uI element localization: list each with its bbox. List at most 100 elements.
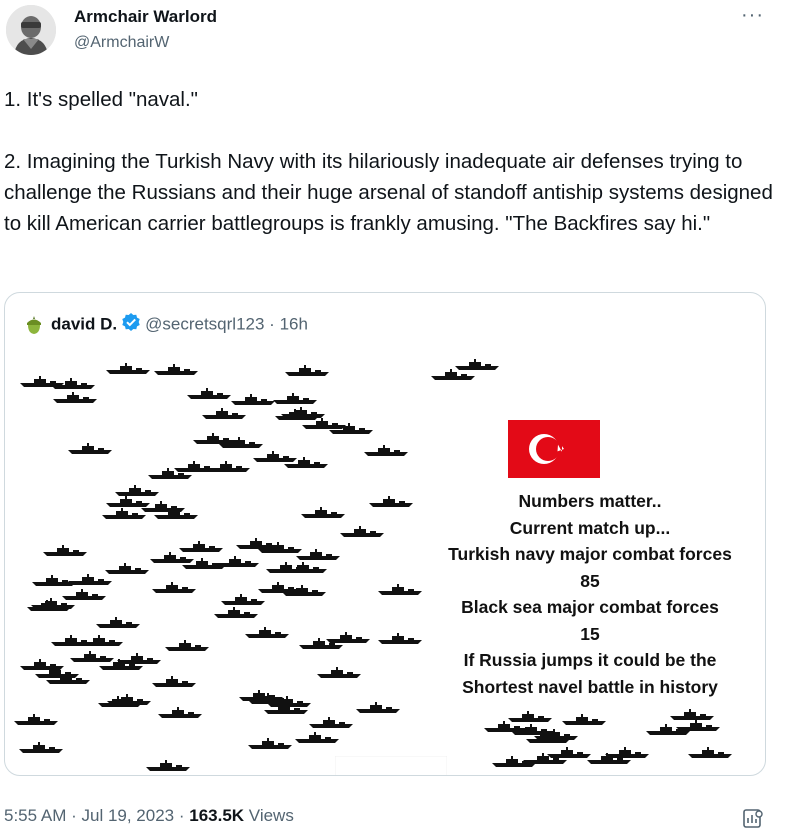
turkish-ship-icon bbox=[317, 666, 362, 678]
russian-ship-icon bbox=[688, 746, 733, 758]
turkish-ship-icon bbox=[107, 694, 151, 706]
tweet-paragraph-2: 2. Imagining the Turkish Navy with its h… bbox=[4, 150, 773, 235]
quoted-separator: · bbox=[269, 314, 275, 334]
quoted-author-avatar[interactable] bbox=[25, 315, 43, 335]
turkish-ship-icon bbox=[285, 364, 329, 376]
turkish-ship-icon bbox=[273, 392, 318, 404]
russian-ship-icon bbox=[561, 713, 606, 725]
turkish-ship-icon bbox=[164, 639, 209, 651]
turkish-ship-icon bbox=[104, 563, 149, 574]
caption-line: 15 bbox=[580, 623, 600, 644]
avatar-icon bbox=[6, 5, 56, 55]
turkish-ship-icon bbox=[245, 626, 290, 638]
turkish-ship-icon bbox=[283, 561, 328, 573]
turkish-ship-icon bbox=[274, 409, 319, 421]
turkish-ship-icon bbox=[308, 716, 353, 728]
russia-flag bbox=[334, 755, 448, 775]
turkish-ship-icon bbox=[145, 760, 190, 772]
caption-line: Current match up... bbox=[509, 517, 671, 538]
views-analytics-icon[interactable] bbox=[741, 807, 765, 831]
russian-ship-icon bbox=[676, 720, 721, 731]
russian-ship-icon bbox=[546, 746, 591, 758]
turkish-ship-icon bbox=[235, 537, 280, 549]
turkish-ship-icon bbox=[149, 551, 194, 563]
turkish-ship-icon bbox=[355, 702, 400, 714]
meta-separator: · bbox=[66, 806, 82, 825]
turkish-ship-icon bbox=[221, 594, 266, 606]
turkish-ship-icon bbox=[151, 675, 196, 687]
turkish-ship-icon bbox=[46, 673, 90, 685]
turkish-ship-icon bbox=[295, 731, 340, 743]
russian-ship-icon bbox=[483, 721, 528, 733]
author-avatar[interactable] bbox=[6, 5, 56, 55]
turkish-ship-icon bbox=[378, 633, 423, 645]
quoted-tweet-header: david D. @secretsqrl123 · 16h bbox=[25, 312, 308, 336]
turkish-ship-icon bbox=[116, 653, 161, 665]
turkey-flag bbox=[508, 420, 600, 478]
russian-ship-icon bbox=[525, 732, 570, 744]
turkish-ship-icon bbox=[101, 508, 146, 519]
caption-line: If Russia jumps it could be the bbox=[463, 650, 717, 670]
turkish-ship-icon bbox=[148, 467, 193, 479]
turkish-ship-icon bbox=[68, 443, 113, 455]
tweet-text: 1. It's spelled "naval." 2. Imagining th… bbox=[4, 84, 779, 239]
turkish-ship-icon bbox=[43, 544, 88, 556]
meta-separator: · bbox=[174, 806, 190, 825]
turkish-ship-icon bbox=[325, 631, 370, 643]
turkish-ship-icon bbox=[300, 506, 345, 518]
turkish-ship-icon bbox=[328, 423, 373, 434]
views-label: Views bbox=[244, 806, 294, 825]
turkish-ship-icon bbox=[206, 461, 250, 473]
turkish-ship-icon bbox=[377, 584, 422, 596]
turkish-ship-icon bbox=[179, 541, 224, 553]
caption-line: Shortest navel battle in history bbox=[462, 676, 718, 697]
turkish-ship-icon bbox=[213, 606, 258, 618]
turkish-ship-icon bbox=[295, 549, 340, 561]
turkish-ship-icon bbox=[282, 585, 326, 597]
turkish-ship-icon bbox=[52, 391, 97, 403]
tweet-date[interactable]: Jul 19, 2023 bbox=[81, 806, 174, 825]
turkish-ship-icon bbox=[186, 388, 231, 400]
quoted-author-handle[interactable]: @secretsqrl123 bbox=[145, 315, 264, 334]
caption-line: Turkish navy major combat forces bbox=[448, 544, 732, 564]
quoted-author-name[interactable]: david D. bbox=[51, 315, 117, 334]
quoted-image[interactable]: Numbers matter.. Current match up... Turki… bbox=[5, 348, 765, 775]
quoted-tweet[interactable]: david D. @secretsqrl123 · 16h Numbers ma… bbox=[4, 292, 766, 776]
author-name[interactable]: Armchair Warlord bbox=[74, 7, 217, 27]
turkish-ship-icon bbox=[19, 741, 63, 753]
turkish-ship-icon bbox=[26, 600, 71, 611]
tweet-time[interactable]: 5:55 AM bbox=[4, 806, 66, 825]
turkish-ship-icon bbox=[151, 582, 196, 594]
verified-badge-icon bbox=[121, 312, 141, 337]
turkish-ship-icon bbox=[202, 407, 247, 419]
turkish-ship-icon bbox=[61, 589, 106, 600]
turkish-ship-icon bbox=[14, 713, 59, 725]
turkish-ship-icon bbox=[283, 457, 328, 469]
russian-ship-icon bbox=[605, 747, 650, 758]
caption-line: Black sea major combat forces bbox=[461, 597, 719, 617]
image-caption: Numbers matter.. Current match up... Turki… bbox=[425, 488, 755, 700]
turkish-ship-icon bbox=[106, 362, 151, 374]
turkish-ship-icon bbox=[70, 650, 114, 662]
turkish-ship-icon bbox=[78, 635, 123, 647]
tweet-meta: 5:55 AM · Jul 19, 2023 · 163.5K Views bbox=[4, 806, 294, 826]
turkish-ship-icon bbox=[340, 526, 384, 538]
turkish-ship-icon bbox=[19, 376, 64, 388]
quoted-time[interactable]: 16h bbox=[280, 315, 308, 334]
caption-line: 85 bbox=[580, 570, 600, 591]
turkish-ship-icon bbox=[67, 573, 112, 585]
turkish-ship-icon bbox=[115, 484, 160, 496]
turkish-ship-icon bbox=[106, 495, 150, 507]
turkish-ship-icon bbox=[247, 738, 292, 750]
turkish-ship-icon bbox=[368, 496, 413, 508]
more-options-icon[interactable]: ··· bbox=[741, 4, 764, 27]
tweet-paragraph-1: 1. It's spelled "naval." bbox=[4, 88, 198, 111]
turkish-ship-icon bbox=[193, 432, 238, 444]
turkish-ship-icon bbox=[231, 393, 276, 405]
russian-ship-icon bbox=[669, 708, 714, 720]
turkish-ship-icon bbox=[154, 364, 199, 376]
turkish-ship-icon bbox=[430, 369, 475, 380]
acorn-avatar-icon bbox=[27, 315, 41, 334]
author-handle[interactable]: @ArmchairW bbox=[74, 34, 169, 52]
turkish-ship-icon bbox=[215, 556, 260, 568]
